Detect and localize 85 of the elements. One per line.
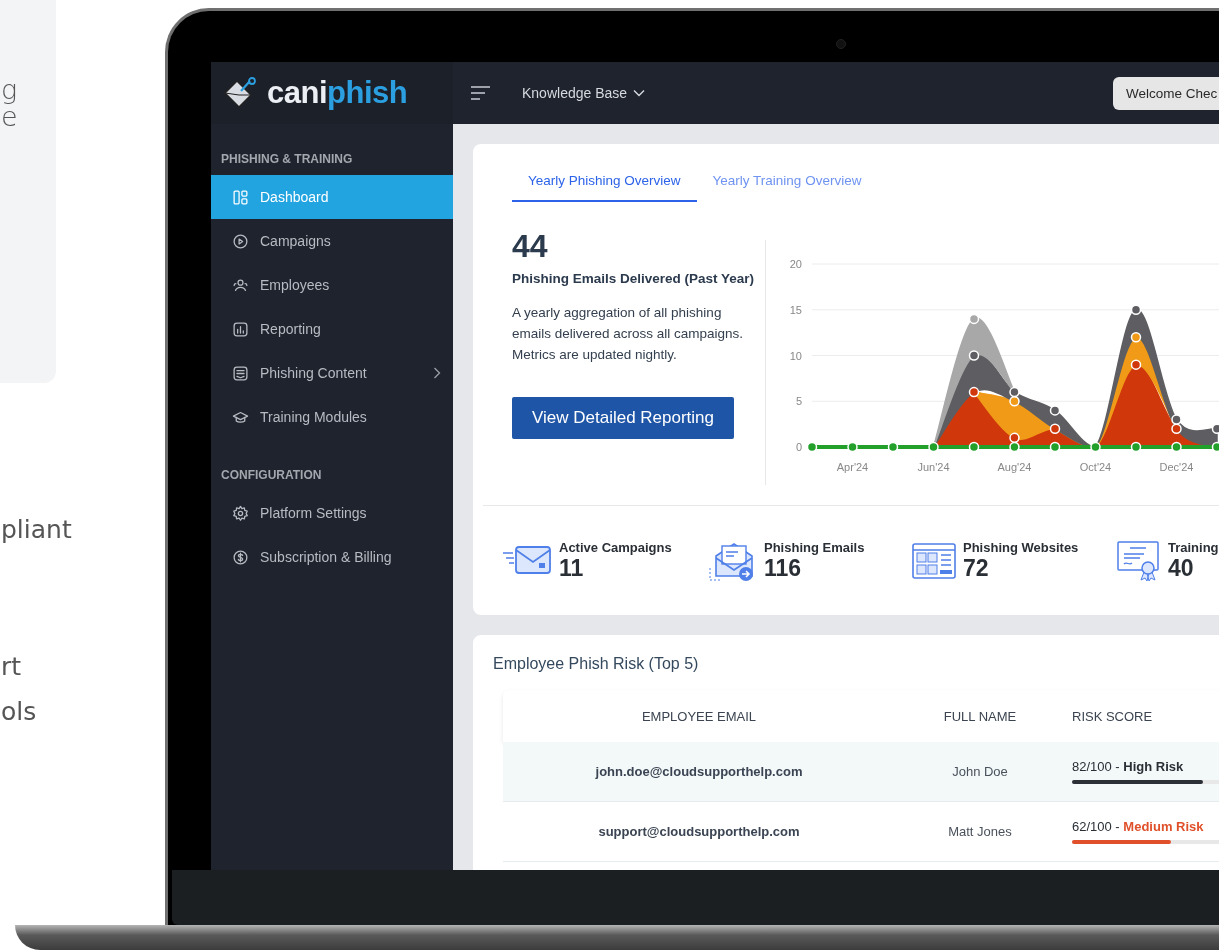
data-point [1171, 441, 1182, 453]
stat-label: Training [1168, 540, 1219, 555]
stat-value: 40 [1168, 555, 1195, 581]
count-label: Phishing Emails Delivered (Past Year) [512, 270, 756, 288]
data-point [1009, 396, 1020, 407]
data-point [1171, 423, 1182, 434]
table-cell-text: support@cloudsupporthelp.com [597, 824, 801, 839]
data-point [1049, 441, 1061, 453]
dashboard-icon [232, 188, 249, 206]
axis-label: Dec'24 [1159, 461, 1194, 473]
sidebar-item[interactable]: Employees [211, 263, 453, 307]
dollar-circle-icon [232, 548, 249, 566]
data-point [1009, 441, 1020, 453]
data-point [968, 386, 980, 398]
table-cell-text: John Doe [951, 764, 1009, 779]
sidebar-item[interactable]: Reporting [211, 307, 453, 351]
bar-chart-icon [232, 320, 249, 338]
column-header: FULL NAME [942, 708, 1018, 724]
welcome-button[interactable]: Welcome Chec [1113, 76, 1219, 110]
risk-score: 82/100 - High Risk [1072, 759, 1185, 774]
sidebar-item[interactable]: Phishing Content [211, 351, 453, 395]
chevron-down-icon [633, 89, 646, 97]
text-fragment: e [1, 103, 18, 130]
description: A yearly aggregation of all phishing emails delivered across all campaigns. Metrics are updated nightly. [512, 304, 745, 364]
data-point [1090, 441, 1101, 453]
data-point [1171, 414, 1182, 425]
logo-wordmark: caniphish [267, 75, 408, 111]
logo-icon [223, 77, 259, 109]
menu-icon[interactable] [471, 86, 490, 100]
stat-value: 72 [963, 555, 990, 581]
stat-value: 116 [764, 555, 803, 581]
data-point [1009, 386, 1020, 398]
data-point [1130, 359, 1142, 370]
column-header: RISK SCORE [1071, 708, 1154, 724]
column-header: EMPLOYEE EMAIL [640, 708, 758, 724]
axis-label: Jun'24 [917, 461, 950, 473]
stat-value: 11 [559, 555, 585, 581]
stat-label: Phishing Emails [764, 540, 865, 555]
axis-label: Oct'24 [1079, 461, 1112, 473]
tab[interactable]: Yearly Phishing Overview [512, 160, 697, 202]
section-title: PHISHING & TRAINING [220, 151, 354, 168]
data-point [1009, 432, 1020, 444]
email-count: 44 [512, 228, 549, 264]
text-fragment: pliant [1, 515, 72, 545]
stat-label: Active Campaigns [559, 540, 672, 555]
risk-score: 62/100 - Medium Risk [1072, 819, 1205, 834]
document-icon [232, 364, 249, 382]
text-fragment: g [1, 76, 18, 103]
settings-icon [232, 504, 249, 522]
data-point [887, 441, 899, 453]
axis-label: 5 [795, 395, 802, 408]
play-circle-icon [232, 232, 249, 250]
table-cell-text: john.doe@cloudsupporthelp.com [594, 764, 804, 779]
data-point [1130, 331, 1142, 343]
sidebar-item[interactable]: Campaigns [211, 219, 453, 263]
data-point [1130, 304, 1142, 315]
data-point [1049, 423, 1061, 434]
data-point [1130, 441, 1142, 453]
camera-dot [836, 39, 846, 49]
axis-label: Apr'24 [836, 461, 869, 473]
table-cell-text: Matt Jones [947, 824, 1013, 839]
data-point [968, 441, 980, 453]
sidebar-item[interactable]: Subscription & Billing [211, 535, 453, 579]
data-point [847, 441, 858, 453]
certificate-icon [1116, 539, 1162, 582]
text-fragment: rt [1, 652, 22, 682]
data-point [968, 313, 980, 325]
text-fragment: ols [1, 697, 37, 727]
browser-window-icon [911, 540, 957, 581]
axis-label: 15 [789, 303, 802, 316]
sidebar-item[interactable]: Training Modules [211, 395, 453, 439]
sidebar-item[interactable]: Platform Settings [211, 491, 453, 535]
data-point [1049, 405, 1061, 416]
axis-label: Aug'24 [997, 461, 1032, 473]
data-point [968, 350, 980, 361]
section-title: CONFIGURATION [220, 467, 323, 484]
card-title: Employee Phish Risk (Top 5) [493, 654, 700, 674]
stat-label: Phishing Websites [963, 540, 1079, 555]
report-button[interactable]: View Detailed Reporting [512, 397, 734, 439]
axis-label: 0 [795, 441, 802, 453]
axis-label: 10 [789, 349, 802, 362]
knowledge-base-menu[interactable]: Knowledge Base [522, 85, 646, 101]
axis-label: 20 [789, 258, 802, 270]
data-point [806, 441, 818, 453]
data-point [928, 441, 939, 453]
